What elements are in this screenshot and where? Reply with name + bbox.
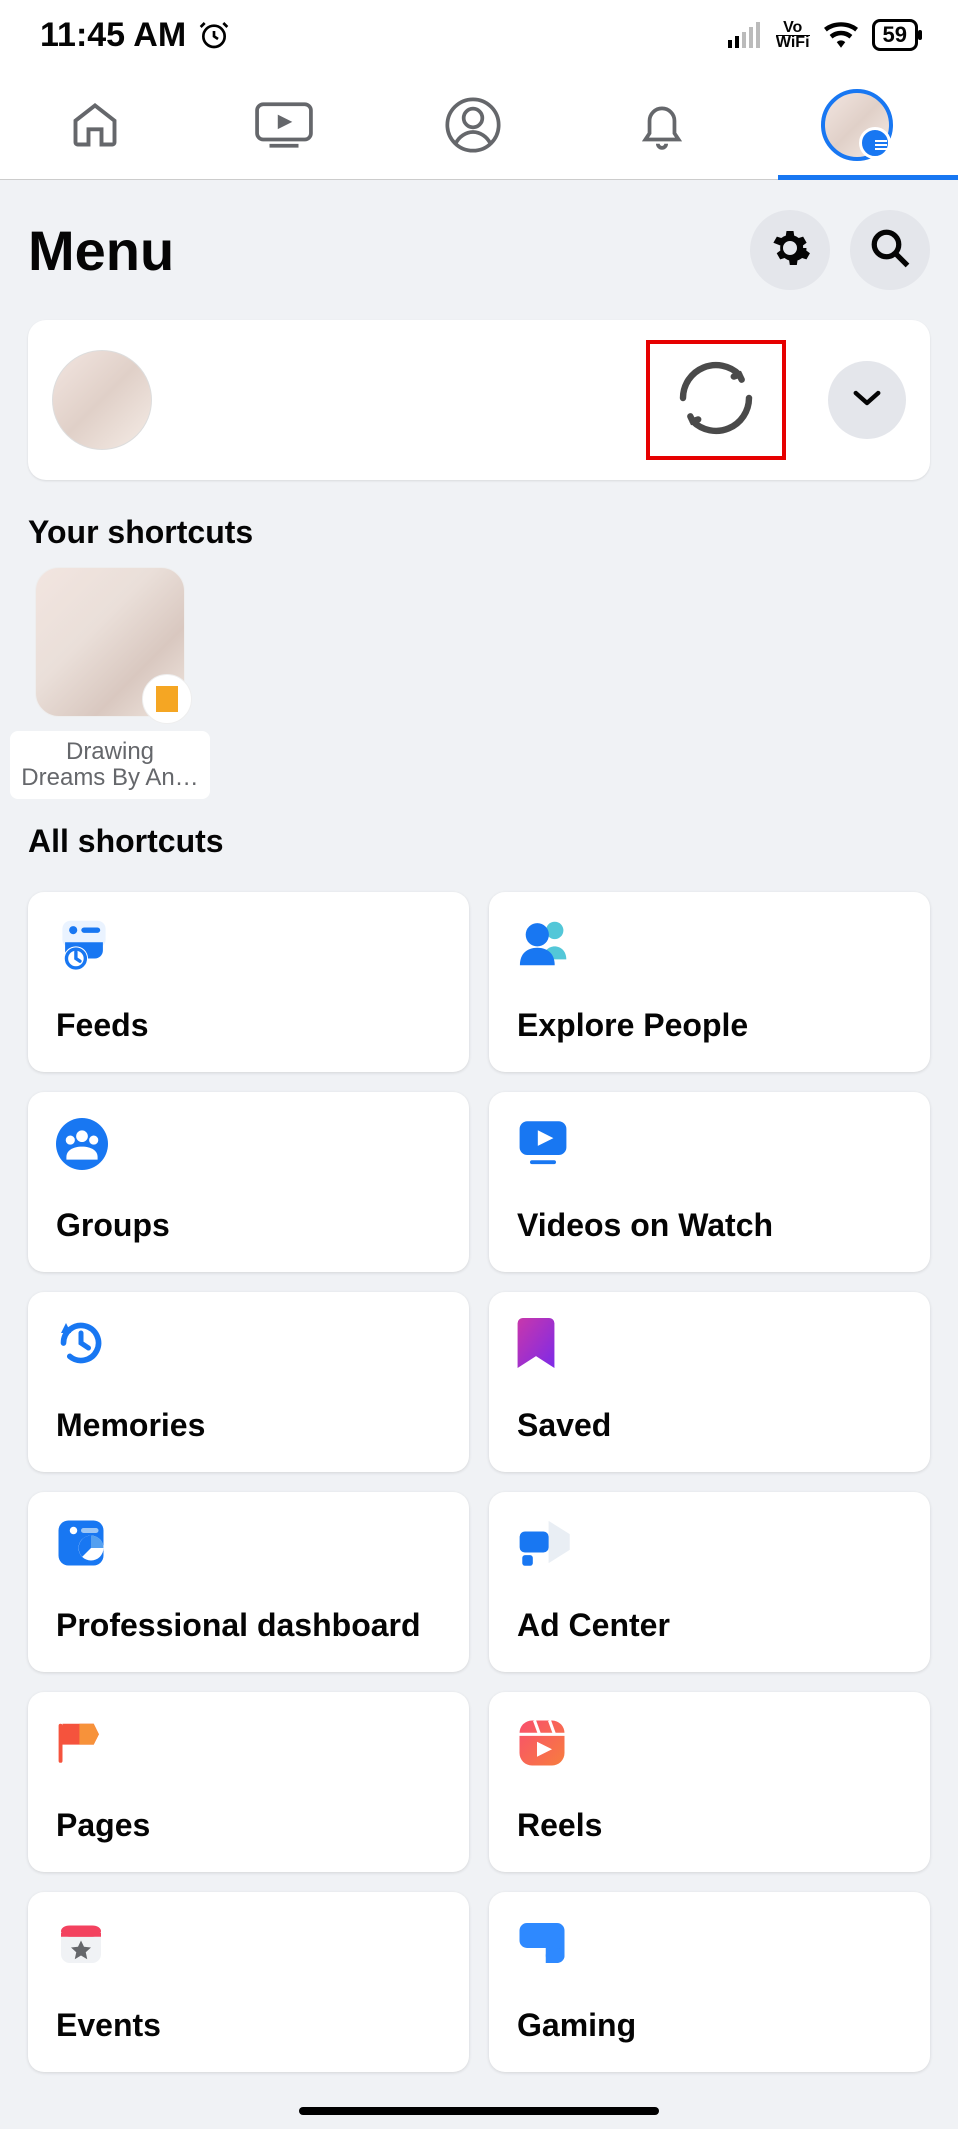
tab-menu[interactable] — [821, 95, 893, 155]
card-label: Pages — [56, 1807, 441, 1844]
tab-notifications[interactable] — [632, 95, 692, 155]
menu-header: Menu — [0, 180, 958, 320]
memories-icon — [56, 1318, 106, 1373]
profile-card[interactable] — [28, 320, 930, 480]
active-tab-underline — [778, 175, 958, 180]
card-groups[interactable]: Groups — [28, 1092, 469, 1272]
saved-icon — [517, 1318, 555, 1373]
search-button[interactable] — [850, 210, 930, 290]
settings-button[interactable] — [750, 210, 830, 290]
status-left: 11:45 AM — [40, 16, 230, 55]
chevron-down-icon — [852, 389, 882, 412]
card-label: Professional dashboard — [56, 1607, 441, 1644]
vowifi-icon: Vo WiFi — [776, 21, 810, 50]
events-icon — [56, 1918, 106, 1973]
profile-avatar — [52, 350, 152, 450]
page-title: Menu — [28, 218, 174, 283]
card-memories[interactable]: Memories — [28, 1292, 469, 1472]
card-label: Ad Center — [517, 1607, 902, 1644]
card-label: Saved — [517, 1407, 902, 1444]
card-videos-watch[interactable]: Videos on Watch — [489, 1092, 930, 1272]
battery-level: 59 — [883, 22, 907, 47]
vowifi-sub: WiFi — [776, 35, 810, 50]
pages-icon — [56, 1718, 108, 1771]
clock-text: 11:45 AM — [40, 16, 186, 55]
shortcut-label: Drawing Dreams By An… — [10, 731, 210, 799]
battery-icon: 59 — [872, 19, 918, 51]
hamburger-icon — [875, 137, 887, 155]
all-shortcuts-heading: All shortcuts — [0, 799, 958, 876]
vowifi-vo: Vo — [776, 21, 810, 35]
card-label: Videos on Watch — [517, 1207, 902, 1244]
card-label: Memories — [56, 1407, 441, 1444]
reels-icon — [517, 1718, 567, 1773]
page-flag-icon — [156, 686, 178, 712]
status-bar: 11:45 AM Vo WiFi 59 — [0, 0, 958, 70]
card-gaming[interactable]: Gaming — [489, 1892, 930, 2072]
tab-profile[interactable] — [443, 95, 503, 155]
groups-icon — [56, 1118, 108, 1175]
search-icon — [869, 227, 911, 274]
card-label: Gaming — [517, 2007, 902, 2044]
card-explore-people[interactable]: Explore People — [489, 892, 930, 1072]
shortcut-thumbnail — [35, 567, 185, 717]
card-label: Reels — [517, 1807, 902, 1844]
tab-home[interactable] — [65, 95, 125, 155]
alarm-icon — [198, 19, 230, 51]
gear-icon — [769, 227, 811, 274]
card-label: Groups — [56, 1207, 441, 1244]
watch-icon — [517, 1118, 569, 1171]
loading-spinner-icon[interactable] — [672, 354, 760, 447]
shortcut-badge — [142, 674, 192, 724]
card-label: Explore People — [517, 1007, 902, 1044]
card-events[interactable]: Events — [28, 1892, 469, 2072]
status-right: Vo WiFi 59 — [728, 19, 918, 51]
shortcut-label-line2: Dreams By An… — [20, 765, 200, 791]
feeds-icon — [56, 918, 112, 977]
your-shortcuts-heading: Your shortcuts — [0, 504, 958, 567]
highlight-box — [646, 340, 786, 460]
wifi-icon — [824, 22, 858, 48]
card-saved[interactable]: Saved — [489, 1292, 930, 1472]
menu-actions — [750, 210, 930, 290]
shortcuts-grid: Feeds Explore People Groups Videos on Wa… — [0, 876, 958, 2072]
card-pages[interactable]: Pages — [28, 1692, 469, 1872]
card-label: Feeds — [56, 1007, 441, 1044]
card-feeds[interactable]: Feeds — [28, 892, 469, 1072]
tab-watch[interactable] — [254, 95, 314, 155]
shortcut-label-line1: Drawing — [20, 739, 200, 765]
professional-dashboard-icon — [56, 1518, 106, 1573]
signal-icon — [728, 22, 762, 48]
card-reels[interactable]: Reels — [489, 1692, 930, 1872]
card-professional-dashboard[interactable]: Professional dashboard — [28, 1492, 469, 1672]
card-label: Events — [56, 2007, 441, 2044]
expand-profiles-button[interactable] — [828, 361, 906, 439]
menu-avatar-icon — [821, 89, 893, 161]
gaming-icon — [517, 1918, 567, 1973]
home-indicator[interactable] — [299, 2107, 659, 2115]
explore-people-icon — [517, 918, 575, 971]
card-ad-center[interactable]: Ad Center — [489, 1492, 930, 1672]
shortcut-item[interactable]: Drawing Dreams By An… — [10, 567, 210, 799]
top-nav — [0, 70, 958, 180]
ad-center-icon — [517, 1518, 575, 1571]
